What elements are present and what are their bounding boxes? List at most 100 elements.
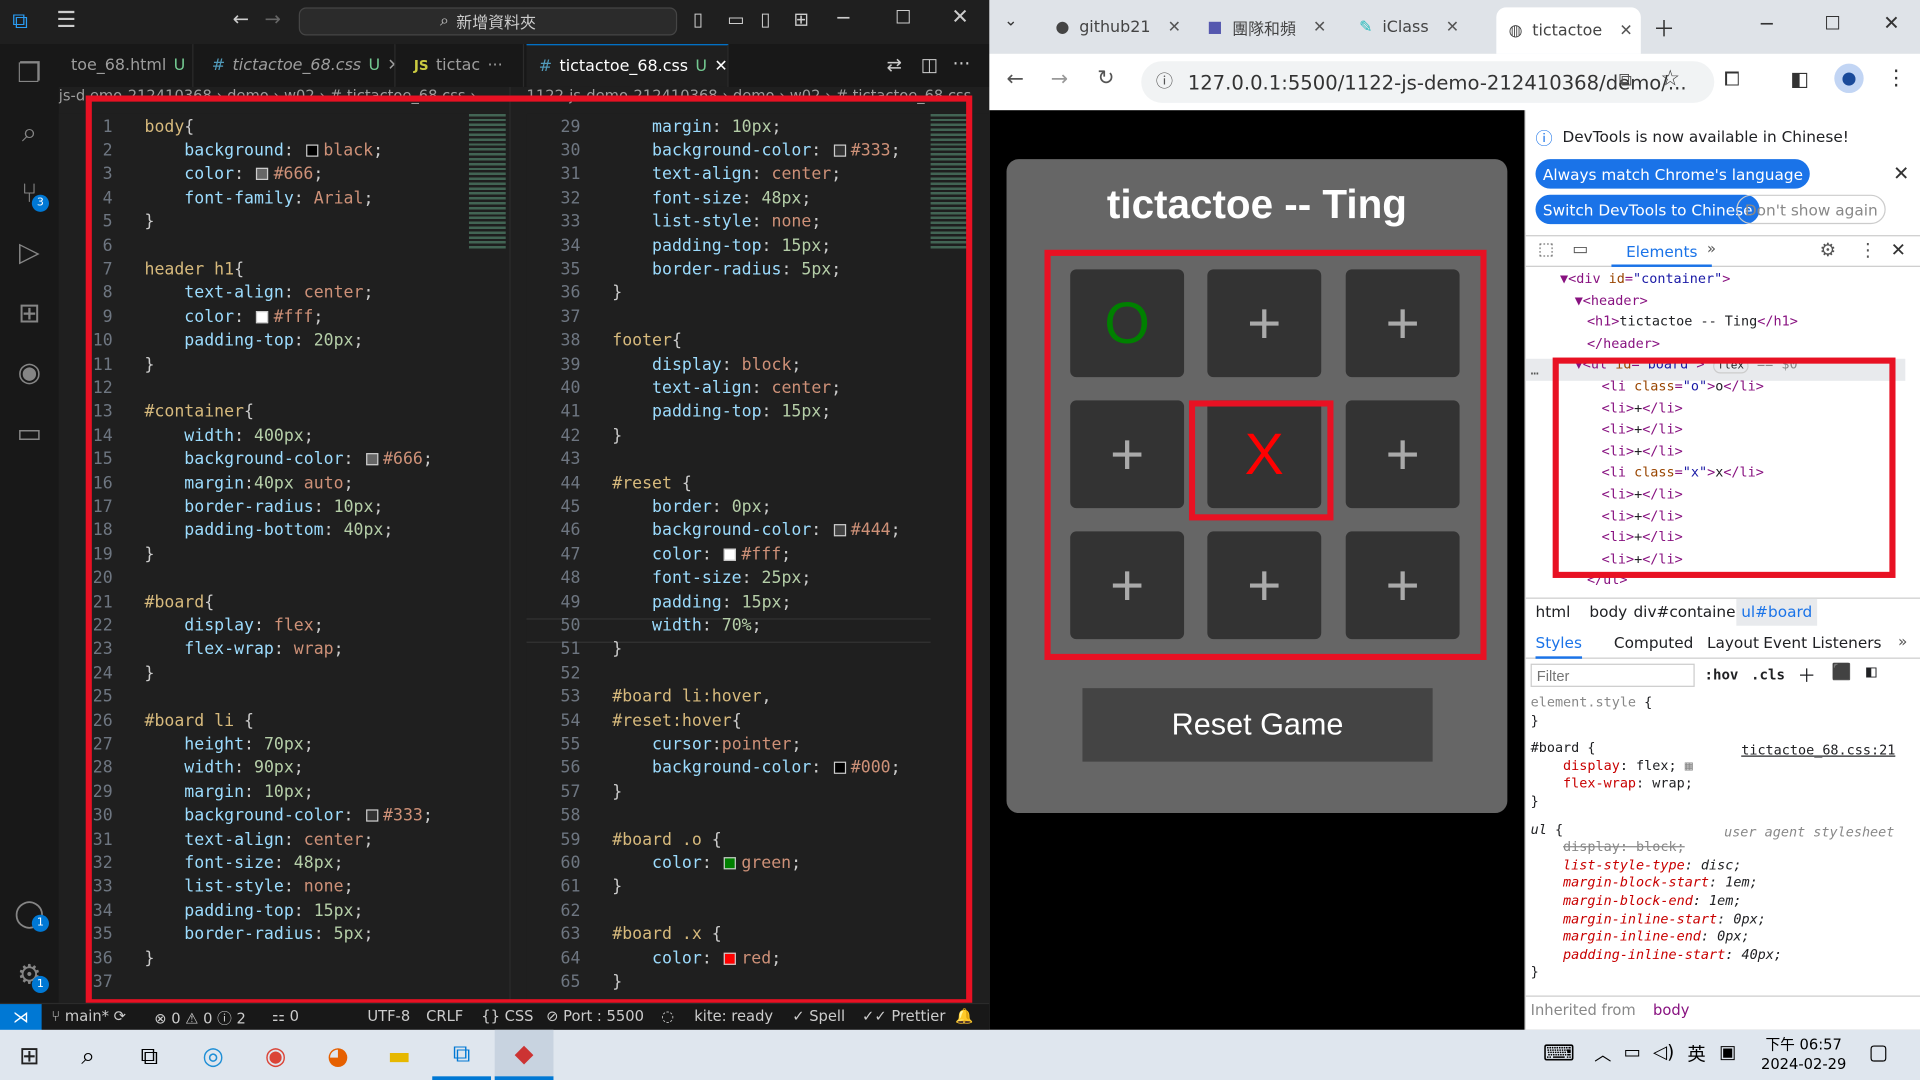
code-text[interactable]: } (113, 355, 154, 375)
open-changes-icon[interactable]: ⇄ (887, 54, 902, 76)
more-actions-icon[interactable]: ··· (487, 56, 502, 74)
vscode-taskbar-icon[interactable]: ⧉ (432, 1030, 492, 1080)
menu-icon[interactable]: ☰ (56, 7, 76, 33)
style-rule-line[interactable]: } (1531, 963, 1539, 981)
chrome-tab-iclass[interactable]: ✎ iClass ✕ (1347, 10, 1496, 44)
dom-tree[interactable]: … ▼<div id="container"> ▼<header> <h1>tict… (1525, 267, 1920, 598)
more-tabs-icon[interactable]: » (1707, 240, 1716, 257)
code-text[interactable]: cursor:pointer; (580, 735, 801, 755)
profile-avatar-icon[interactable]: ● (1834, 63, 1864, 94)
network-icon[interactable]: ▭ (1624, 1041, 1641, 1063)
code-line[interactable]: 30 background-color: #333; (59, 804, 433, 828)
styles-pane[interactable]: :hov .cls ＋ ⬛ ◧ tictactoe_68.css:21 user… (1525, 659, 1920, 1030)
close-tab-icon[interactable]: ✕ (1168, 18, 1181, 36)
code-line[interactable]: 12 (59, 376, 145, 400)
customize-menu-icon[interactable]: ⋮ (1859, 239, 1877, 261)
windows-start-icon[interactable]: ⊞ (0, 1030, 59, 1080)
side-panel-icon[interactable]: ◧ (1790, 67, 1809, 90)
search-icon[interactable]: ⌕ (59, 1030, 118, 1080)
code-line[interactable]: 9 color: #fff; (59, 305, 324, 329)
code-text[interactable]: width: 90px; (113, 759, 304, 779)
code-line[interactable]: 49 padding: 15px; (527, 590, 791, 614)
split-divider[interactable] (509, 86, 527, 1003)
code-text[interactable]: #container{ (113, 402, 254, 422)
code-text[interactable]: font-size: 48px; (580, 188, 811, 208)
code-line[interactable]: 30 background-color: #333; (527, 139, 900, 163)
clock-time[interactable]: 下午 06:57 (1763, 1033, 1844, 1054)
code-line[interactable]: 7 header h1{ (59, 258, 244, 282)
code-text[interactable]: color: #fff; (580, 545, 791, 565)
code-line[interactable]: 33 list-style: none; (59, 875, 354, 899)
style-rule-line[interactable]: ul { (1531, 820, 1563, 838)
ime-indicator[interactable]: 英 (1687, 1041, 1705, 1067)
code-text[interactable]: border-radius: 5px; (113, 925, 374, 945)
code-text[interactable]: #board .o { (580, 830, 721, 850)
problems-status[interactable]: ⊗ 0 ⚠ 0 ⓘ 2 (154, 1008, 246, 1029)
extensions-icon[interactable]: ⊞ (0, 289, 59, 338)
code-line[interactable]: 47 color: #fff; (527, 543, 791, 567)
code-text[interactable]: font-size: 25px; (580, 569, 811, 589)
code-line[interactable]: 25 (59, 685, 145, 709)
remote-explorer-icon[interactable]: ▭ (0, 409, 59, 458)
code-line[interactable]: 46 background-color: #444; (527, 519, 900, 543)
minimap[interactable] (468, 113, 506, 249)
dom-node[interactable]: <li>+</li> (1602, 527, 1683, 549)
breadcrumb-right[interactable]: 1122-js-demo-212410368 › demo › w02 › # … (527, 87, 990, 114)
code-line[interactable]: 39 display: block; (527, 353, 801, 377)
dom-node[interactable]: </header> (1587, 333, 1660, 355)
code-line[interactable]: 31 text-align: center; (527, 163, 841, 187)
code-line[interactable]: 45 border: 0px; (527, 495, 771, 519)
code-line[interactable]: 38 footer{ (527, 329, 681, 353)
tab-css-active[interactable]: # tictactoe_68.css U ✕ (526, 44, 729, 87)
code-text[interactable]: padding-top: 15px; (580, 236, 831, 256)
code-line[interactable]: 26 #board li { (59, 709, 254, 733)
code-line[interactable]: 21 #board{ (59, 590, 214, 614)
inspect-element-icon[interactable]: ⬚ (1538, 240, 1554, 260)
toggle-panel-icon[interactable]: ▭ (727, 9, 744, 31)
code-text[interactable]: border: 0px; (580, 497, 771, 517)
tab-styles[interactable]: Styles (1535, 627, 1582, 659)
tab-computed[interactable]: Computed (1614, 633, 1694, 651)
code-line[interactable]: 8 text-align: center; (59, 281, 374, 305)
code-line[interactable]: 60 color: green; (527, 851, 801, 875)
code-text[interactable]: text-align: center; (113, 830, 374, 850)
accounts-icon[interactable]: ◯ 1 (0, 889, 59, 938)
tray-chevron-icon[interactable]: ︿ (1594, 1042, 1611, 1066)
style-rule-line[interactable]: } (1531, 792, 1539, 810)
encoding-status[interactable]: UTF-8 (367, 1008, 410, 1025)
code-text[interactable]: } (113, 949, 154, 969)
code-line[interactable]: 44 #reset { (527, 471, 691, 495)
code-line[interactable]: 58 (527, 804, 613, 828)
code-text[interactable]: header h1{ (113, 260, 244, 280)
code-line[interactable]: 31 text-align: center; (59, 828, 374, 852)
code-line[interactable]: 11} (59, 353, 155, 377)
code-line[interactable]: 62 (527, 899, 613, 923)
close-window-icon[interactable]: ✕ (1883, 11, 1899, 34)
code-line[interactable]: 43 (527, 448, 613, 472)
code-line[interactable]: 6 (59, 234, 145, 258)
style-rule-line[interactable]: flex-wrap: wrap; (1531, 774, 1693, 792)
board-cell[interactable]: + (1207, 269, 1322, 378)
dom-node[interactable]: ▼<header> (1575, 290, 1648, 312)
spell-status[interactable]: ✓ Spell (792, 1008, 845, 1025)
style-rule-line[interactable]: list-style-type: disc; (1531, 856, 1741, 874)
code-line[interactable]: 37 (59, 970, 145, 994)
tab-css-left[interactable]: # tictactoe_68.css U ✕ (200, 44, 396, 87)
code-line[interactable]: 29 margin: 10px; (59, 780, 314, 804)
code-text[interactable]: display: flex; (113, 616, 324, 636)
code-line[interactable]: 13 #container{ (59, 400, 254, 424)
code-text[interactable]: display: block; (580, 355, 801, 375)
paint-icon[interactable]: ⬛ (1832, 664, 1852, 682)
code-line[interactable]: 3 color: #666; (59, 163, 324, 187)
code-line[interactable]: 35 border-radius: 5px; (527, 258, 841, 282)
code-line[interactable]: 1 body{ (59, 115, 195, 139)
hov-toggle[interactable]: :hov (1704, 666, 1738, 683)
code-line[interactable]: 50 width: 70%; (527, 614, 761, 638)
code-line[interactable]: 41 padding-top: 15px; (527, 400, 831, 424)
close-window-icon[interactable]: ✕ (951, 5, 968, 29)
minimize-icon[interactable]: ─ (1761, 12, 1773, 35)
style-rule-line[interactable]: margin-inline-end: 0px; (1531, 927, 1750, 945)
maximize-icon[interactable]: ☐ (1824, 12, 1840, 34)
chrome-tab-tictactoe[interactable]: ◍ tictactoe ✕ (1496, 7, 1641, 54)
code-line[interactable]: 24} (59, 661, 155, 685)
